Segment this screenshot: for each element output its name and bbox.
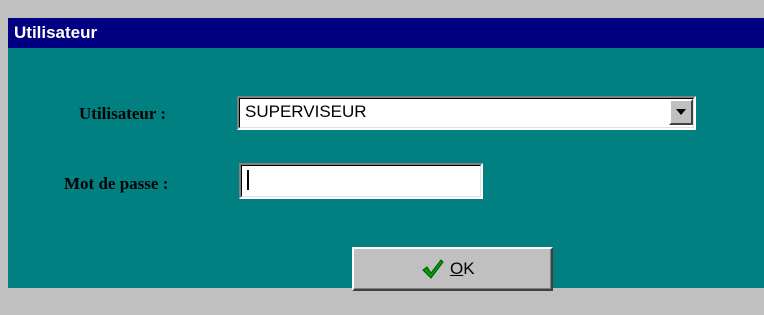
- window-title: Utilisateur: [14, 23, 98, 42]
- check-icon: [422, 259, 444, 279]
- user-select-value[interactable]: SUPERVISEUR: [245, 102, 367, 122]
- user-label: Utilisateur :: [79, 104, 167, 123]
- password-field-frame: [241, 165, 481, 197]
- ok-label-rest: K: [463, 259, 475, 278]
- password-field[interactable]: [239, 163, 483, 199]
- chevron-down-icon: [676, 109, 686, 115]
- user-select[interactable]: SUPERVISEUR: [237, 96, 696, 130]
- ok-button-label: OK: [450, 259, 475, 279]
- ok-button[interactable]: OK: [352, 247, 553, 291]
- password-label: Mot de passe :: [64, 174, 169, 193]
- user-select-dropdown-button[interactable]: [669, 99, 693, 125]
- ok-mnemonic: O: [450, 259, 464, 278]
- title-bar: Utilisateur: [8, 18, 764, 48]
- login-dialog: Utilisateur Utilisateur : SUPERVISEUR Mo…: [0, 0, 764, 315]
- text-caret: [247, 170, 249, 190]
